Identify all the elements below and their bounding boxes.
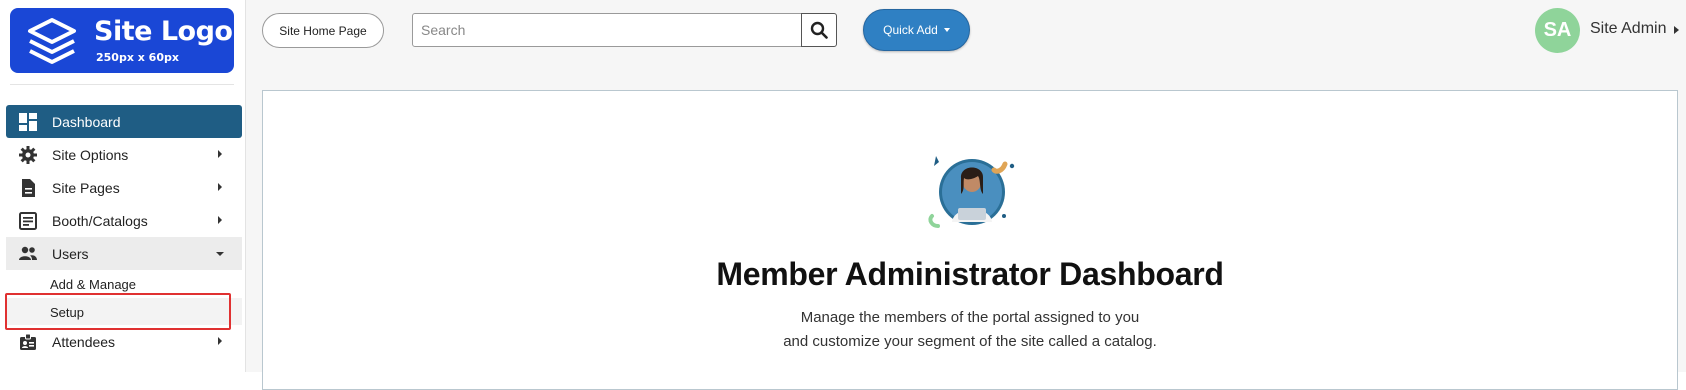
sidebar-item-dashboard[interactable]: Dashboard xyxy=(6,105,242,138)
page-description-line-2: and customize your segment of the site c… xyxy=(783,333,1157,350)
sidebar-item-label: Site Options xyxy=(52,147,129,163)
sidebar-item-site-pages[interactable]: Site Pages xyxy=(6,171,242,204)
chevron-down-icon xyxy=(943,28,950,32)
document-icon xyxy=(22,179,35,197)
page-description-line-1: Manage the members of the portal assigne… xyxy=(800,309,1140,326)
search-icon xyxy=(810,21,828,39)
search-button[interactable] xyxy=(801,13,837,47)
sidebar: Site Logo 250px x 60px Dashboard Site Op… xyxy=(0,0,246,372)
sidebar-item-label: Site Pages xyxy=(52,180,120,196)
sidebar-subitem-label: Add & Manage xyxy=(50,277,137,292)
sidebar-item-booth-catalogs[interactable]: Booth/Catalogs xyxy=(6,204,242,237)
member-illustration-icon xyxy=(928,156,1015,228)
catalog-icon xyxy=(19,212,37,230)
user-name[interactable]: Site Admin xyxy=(1590,20,1666,38)
badge-icon xyxy=(20,333,36,350)
sidebar-item-label: Users xyxy=(52,246,89,262)
sidebar-item-label: Dashboard xyxy=(52,114,121,130)
sidebar-item-users[interactable]: Users xyxy=(6,237,242,270)
quick-add-button[interactable]: Quick Add xyxy=(863,9,970,51)
sidebar-item-site-options[interactable]: Site Options xyxy=(6,138,242,171)
site-logo[interactable]: Site Logo 250px x 60px xyxy=(10,8,234,73)
sidebar-item-label: Attendees xyxy=(52,334,116,350)
avatar[interactable]: SA xyxy=(1535,8,1580,53)
logo-subtitle: 250px x 60px xyxy=(96,51,179,64)
chevron-right-icon[interactable] xyxy=(1674,26,1679,34)
logo-title: Site Logo xyxy=(94,16,233,47)
gear-icon xyxy=(19,146,37,164)
search-input[interactable] xyxy=(412,13,802,47)
chevron-right-icon xyxy=(218,216,222,224)
users-icon xyxy=(19,246,37,260)
chevron-right-icon xyxy=(218,337,222,345)
quick-add-label: Quick Add xyxy=(883,23,938,37)
top-bar: Site Home Page Quick Add SA Site Admin xyxy=(246,0,1686,90)
chevron-right-icon xyxy=(218,150,222,158)
sidebar-item-attendees[interactable]: Attendees xyxy=(6,325,242,358)
layers-logo-icon xyxy=(28,18,76,64)
chevron-right-icon xyxy=(218,183,222,191)
chevron-down-icon xyxy=(216,252,224,256)
sidebar-item-label: Booth/Catalogs xyxy=(52,213,148,229)
site-home-page-button[interactable]: Site Home Page xyxy=(262,13,384,48)
dashboard-icon xyxy=(19,113,37,131)
page-title: Member Administrator Dashboard xyxy=(716,256,1224,292)
divider xyxy=(10,84,234,85)
